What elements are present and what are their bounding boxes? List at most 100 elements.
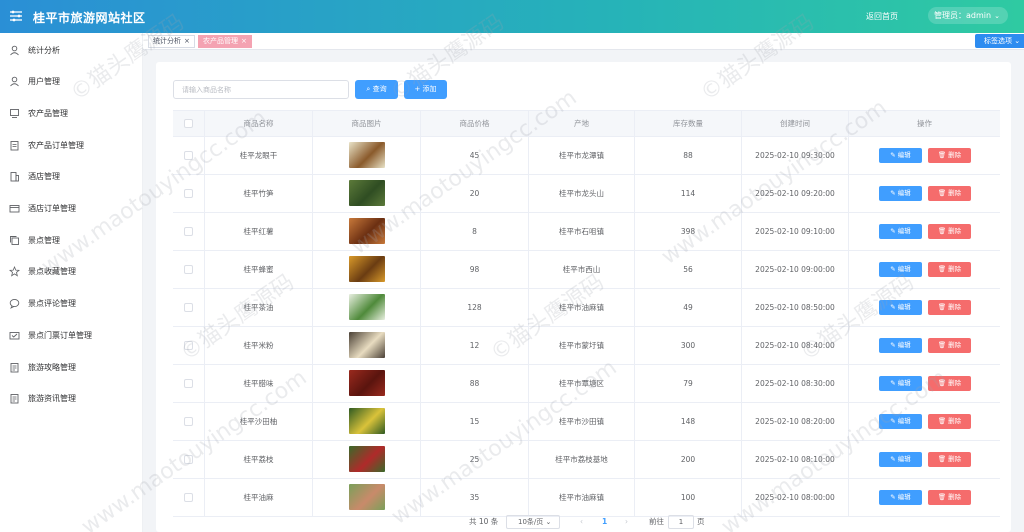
delete-button[interactable]: 🗑 删除 [928,148,971,163]
document-icon [9,393,20,404]
trash-icon: 🗑 [937,151,947,159]
row-checkbox[interactable] [184,303,193,312]
delete-button[interactable]: 🗑 删除 [928,262,971,277]
select-all-checkbox[interactable] [184,119,193,128]
edit-icon: ✎ [890,379,896,387]
sidebar-item-label: 农产品管理 [28,108,68,118]
column-header[interactable]: 创建时间 [742,111,849,137]
edit-button[interactable]: ✎ 编辑 [879,186,922,201]
row-checkbox[interactable] [184,379,193,388]
close-icon[interactable]: × [184,37,190,45]
row-select-cell [173,365,205,402]
price-cell: 25 [421,441,529,478]
row-checkbox[interactable] [184,341,193,350]
tab-options-button[interactable]: 标签选项 ⌄ [975,34,1024,48]
edit-button[interactable]: ✎ 编辑 [879,414,922,429]
page-number-current[interactable]: 1 [602,515,607,529]
column-header: 操作 [917,119,932,128]
add-button[interactable]: + 添加 [404,80,447,99]
edit-button[interactable]: ✎ 编辑 [879,300,922,315]
delete-button[interactable]: 🗑 删除 [928,224,971,239]
row-checkbox[interactable] [184,493,193,502]
edit-button[interactable]: ✎ 编辑 [879,262,922,277]
sidebar-item[interactable]: 统计分析 [0,40,143,60]
column-header[interactable]: 商品名称 [205,111,313,137]
tab-label: 农产品管理 [203,37,238,45]
search-input[interactable] [173,80,349,99]
delete-label: 删除 [948,303,962,311]
row-checkbox[interactable] [184,417,193,426]
page-size-select[interactable]: 10条/页 ⌄ [506,515,560,529]
prev-page-icon[interactable]: ‹ [580,515,583,529]
edit-icon: ✎ [890,493,896,501]
building-icon [9,171,20,182]
origin-cell: 桂平市荔枝基地 [529,441,635,478]
edit-icon: ✎ [890,417,896,425]
product-name-cell: 桂平红薯 [205,213,313,250]
sidebar-item[interactable]: 旅游资讯管理 [0,389,143,409]
tab-statistics[interactable]: 统计分析 × [148,35,195,48]
row-checkbox[interactable] [184,151,193,160]
select-all-cell [173,111,205,137]
column-header[interactable]: 商品图片 [313,111,421,137]
sidebar-item-label: 景点门票订单管理 [28,330,92,340]
stock-cell: 300 [635,327,742,364]
edit-button[interactable]: ✎ 编辑 [879,376,922,391]
delete-button[interactable]: 🗑 删除 [928,338,971,353]
stock-cell: 114 [635,175,742,212]
row-checkbox[interactable] [184,189,193,198]
edit-button[interactable]: ✎ 编辑 [879,452,922,467]
trash-icon: 🗑 [937,341,947,349]
delete-button[interactable]: 🗑 删除 [928,414,971,429]
close-icon[interactable]: × [241,37,247,45]
column-header[interactable]: 库存数量 [635,111,742,137]
chevron-down-icon: ⌄ [994,12,1000,20]
goto-page-input[interactable]: 1 [668,515,694,529]
stock-cell: 398 [635,213,742,250]
delete-button[interactable]: 🗑 删除 [928,490,971,505]
user-menu[interactable]: 管理员：admin ⌄ [928,7,1008,24]
price-cell: 35 [421,479,529,516]
sidebar-item[interactable]: 农产品订单管理 [0,135,143,155]
sidebar-item[interactable]: 酒店管理 [0,167,143,187]
sidebar-item[interactable]: 景点门票订单管理 [0,325,143,345]
tab-agri-products[interactable]: 农产品管理 × [198,35,252,48]
sidebar-item[interactable]: 景点管理 [0,230,143,250]
sidebar-item[interactable]: 用户管理 [0,72,143,92]
edit-button[interactable]: ✎ 编辑 [879,148,922,163]
edit-icon: ✎ [890,151,896,159]
actions-cell: ✎ 编辑 🗑 删除 [849,441,1000,478]
menu-toggle-icon[interactable] [9,9,23,23]
delete-label: 删除 [948,227,962,235]
created-time-cell: 2025-02-10 09:00:00 [742,251,849,288]
stock-cell: 49 [635,289,742,326]
sidebar-item[interactable]: 景点收藏管理 [0,262,143,282]
product-image-cell [313,175,421,212]
trash-icon: 🗑 [937,227,947,235]
edit-button[interactable]: ✎ 编辑 [879,338,922,353]
sidebar-item[interactable]: 景点评论管理 [0,294,143,314]
edit-button[interactable]: ✎ 编辑 [879,490,922,505]
sidebar-item[interactable]: 农产品管理 [0,103,143,123]
query-button[interactable]: ⌕ 查询 [355,80,398,99]
row-select-cell [173,479,205,516]
edit-button[interactable]: ✎ 编辑 [879,224,922,239]
row-checkbox[interactable] [184,227,193,236]
column-header[interactable]: 产地 [529,111,635,137]
home-link[interactable]: 返回首页 [866,11,898,22]
delete-button[interactable]: 🗑 删除 [928,452,971,467]
row-checkbox[interactable] [184,265,193,274]
row-checkbox[interactable] [184,455,193,464]
trash-icon: 🗑 [937,455,947,463]
sidebar-item[interactable]: 旅游攻略管理 [0,357,143,377]
sidebar-item[interactable]: 酒店订单管理 [0,199,143,219]
delete-button[interactable]: 🗑 删除 [928,300,971,315]
row-select-cell [173,213,205,250]
delete-button[interactable]: 🗑 删除 [928,186,971,201]
edit-icon: ✎ [890,189,896,197]
column-header[interactable]: 商品价格 [421,111,529,137]
price-cell: 88 [421,365,529,402]
next-page-icon[interactable]: › [625,515,628,529]
delete-button[interactable]: 🗑 删除 [928,376,971,391]
product-image-cell [313,327,421,364]
